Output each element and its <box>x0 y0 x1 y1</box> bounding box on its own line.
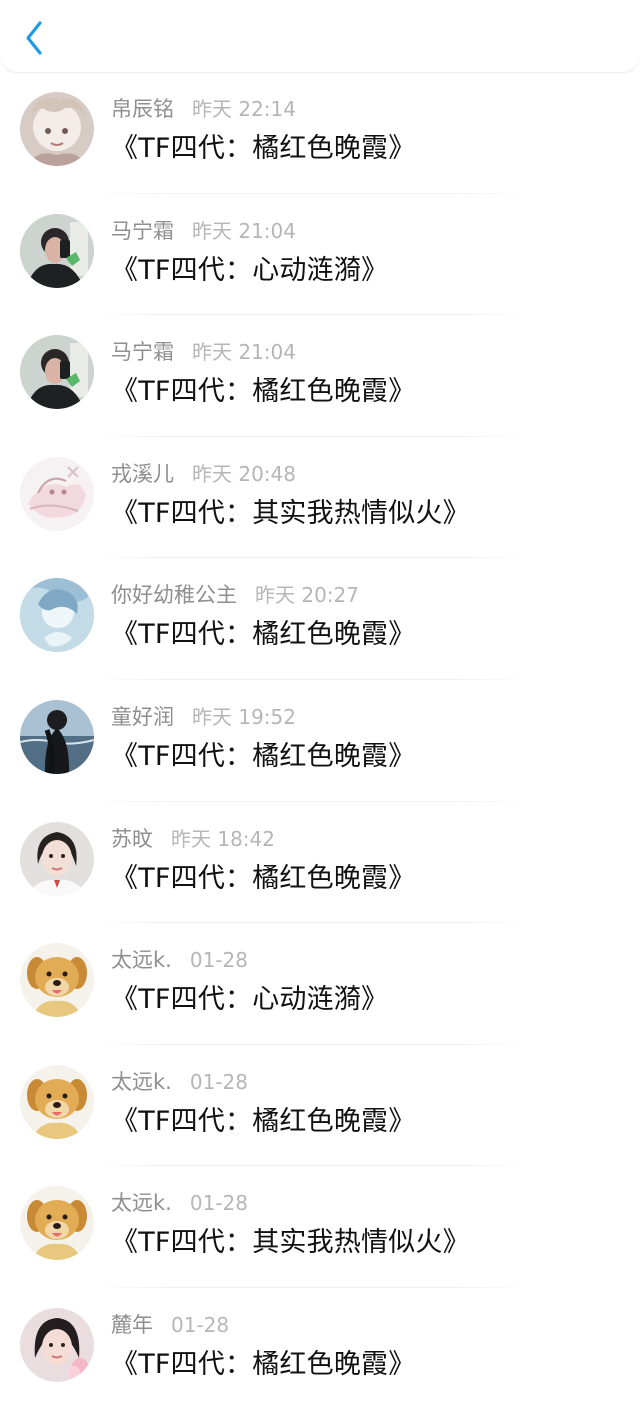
list-item[interactable]: 你好幼稚公主 昨天 20:27 《TF四代：橘红色晚霞》 <box>0 558 640 680</box>
list-item[interactable]: 太远k. 01-28 《TF四代：其实我热情似火》 <box>0 1166 640 1288</box>
blue-anime-avatar-image <box>20 578 94 653</box>
avatar[interactable] <box>20 699 94 774</box>
item-meta: 童好润 昨天 19:52 <box>111 703 296 731</box>
username: 太远k. <box>111 1069 172 1094</box>
song-title[interactable]: 《TF四代：其实我热情似火》 <box>111 1224 470 1262</box>
list-item[interactable]: 太远k. 01-28 《TF四代：橘红色晚霞》 <box>0 1045 640 1167</box>
avatar[interactable] <box>20 578 94 653</box>
listen-history-list: 帛辰铭 昨天 22:14 《TF四代：橘红色晚霞》 马宁霜 昨天 21:04 《TF… <box>0 72 640 1410</box>
golden-puppy-avatar-image <box>20 1186 94 1261</box>
item-meta: 你好幼稚公主 昨天 20:27 <box>111 581 359 609</box>
timestamp: 01-28 <box>189 1069 248 1094</box>
timestamp: 昨天 18:42 <box>171 826 275 851</box>
avatar[interactable] <box>20 92 94 166</box>
item-meta: 太远k. 01-28 <box>111 946 248 974</box>
timestamp: 昨天 21:04 <box>192 218 296 243</box>
timestamp: 昨天 19:52 <box>192 704 296 729</box>
list-item[interactable]: 麓年 01-28 《TF四代：橘红色晚霞》 <box>0 1288 640 1410</box>
list-item[interactable]: 戎溪儿 昨天 20:48 《TF四代：其实我热情似火》 <box>0 437 640 559</box>
golden-puppy-avatar-image <box>20 1064 94 1139</box>
item-meta: 麓年 01-28 <box>111 1311 229 1339</box>
pink-sketch-avatar-image <box>20 456 94 531</box>
item-meta: 马宁霜 昨天 21:04 <box>111 217 296 245</box>
song-title[interactable]: 《TF四代：橘红色晚霞》 <box>111 373 415 411</box>
back-button[interactable] <box>18 18 52 58</box>
username: 马宁霜 <box>111 218 174 243</box>
timestamp: 昨天 21:04 <box>192 340 296 365</box>
timestamp: 昨天 20:27 <box>255 583 359 608</box>
username: 太远k. <box>111 1191 172 1216</box>
avatar[interactable] <box>20 821 94 896</box>
list-item[interactable]: 苏旼 昨天 18:42 《TF四代：橘红色晚霞》 <box>0 802 640 924</box>
avatar[interactable] <box>20 1186 94 1261</box>
item-meta: 帛辰铭 昨天 22:14 <box>111 95 296 123</box>
timestamp: 昨天 20:48 <box>192 461 296 486</box>
list-item[interactable]: 帛辰铭 昨天 22:14 《TF四代：橘红色晚霞》 <box>0 72 640 194</box>
song-title[interactable]: 《TF四代：橘红色晚霞》 <box>111 616 415 654</box>
girl-portrait-avatar-image <box>20 821 94 896</box>
avatar[interactable] <box>20 456 94 531</box>
girl-selfie-avatar-image <box>20 335 94 410</box>
avatar[interactable] <box>20 1307 94 1382</box>
username: 你好幼稚公主 <box>111 583 237 608</box>
username: 麓年 <box>111 1312 153 1337</box>
avatar[interactable] <box>20 213 94 288</box>
username: 太远k. <box>111 948 172 973</box>
chevron-left-icon <box>26 21 42 55</box>
timestamp: 昨天 22:14 <box>192 97 296 121</box>
anime-girl-avatar-image <box>20 92 94 166</box>
top-bar <box>0 0 640 73</box>
username: 童好润 <box>111 704 174 729</box>
song-title[interactable]: 《TF四代：橘红色晚霞》 <box>111 738 415 776</box>
song-title[interactable]: 《TF四代：橘红色晚霞》 <box>111 1346 415 1384</box>
username: 戎溪儿 <box>111 461 174 486</box>
timestamp: 01-28 <box>171 1312 230 1337</box>
item-meta: 戎溪儿 昨天 20:48 <box>111 460 296 488</box>
timestamp: 01-28 <box>189 948 248 973</box>
timestamp: 01-28 <box>189 1191 248 1216</box>
avatar[interactable] <box>20 943 94 1018</box>
list-item[interactable]: 太远k. 01-28 《TF四代：心动涟漪》 <box>0 923 640 1045</box>
list-item[interactable]: 童好润 昨天 19:52 《TF四代：橘红色晚霞》 <box>0 680 640 802</box>
avatar[interactable] <box>20 335 94 410</box>
song-title[interactable]: 《TF四代：心动涟漪》 <box>111 981 388 1019</box>
username: 苏旼 <box>111 826 153 851</box>
username: 马宁霜 <box>111 340 174 365</box>
item-meta: 太远k. 01-28 <box>111 1189 248 1217</box>
girl-flower-avatar-image <box>20 1307 94 1382</box>
list-item[interactable]: 马宁霜 昨天 21:04 《TF四代：心动涟漪》 <box>0 194 640 316</box>
item-meta: 苏旼 昨天 18:42 <box>111 825 275 853</box>
golden-puppy-avatar-image <box>20 943 94 1018</box>
username: 帛辰铭 <box>111 97 174 121</box>
song-title[interactable]: 《TF四代：橘红色晚霞》 <box>111 130 415 168</box>
item-meta: 马宁霜 昨天 21:04 <box>111 338 296 366</box>
item-meta: 太远k. 01-28 <box>111 1068 248 1096</box>
song-title[interactable]: 《TF四代：其实我热情似火》 <box>111 495 470 533</box>
list-item[interactable]: 马宁霜 昨天 21:04 《TF四代：橘红色晚霞》 <box>0 315 640 437</box>
song-title[interactable]: 《TF四代：橘红色晚霞》 <box>111 1103 415 1141</box>
song-title[interactable]: 《TF四代：心动涟漪》 <box>111 252 388 290</box>
avatar[interactable] <box>20 1064 94 1139</box>
girl-selfie-avatar-image <box>20 213 94 288</box>
song-title[interactable]: 《TF四代：橘红色晚霞》 <box>111 860 415 898</box>
ocean-silhouette-avatar-image <box>20 699 94 774</box>
